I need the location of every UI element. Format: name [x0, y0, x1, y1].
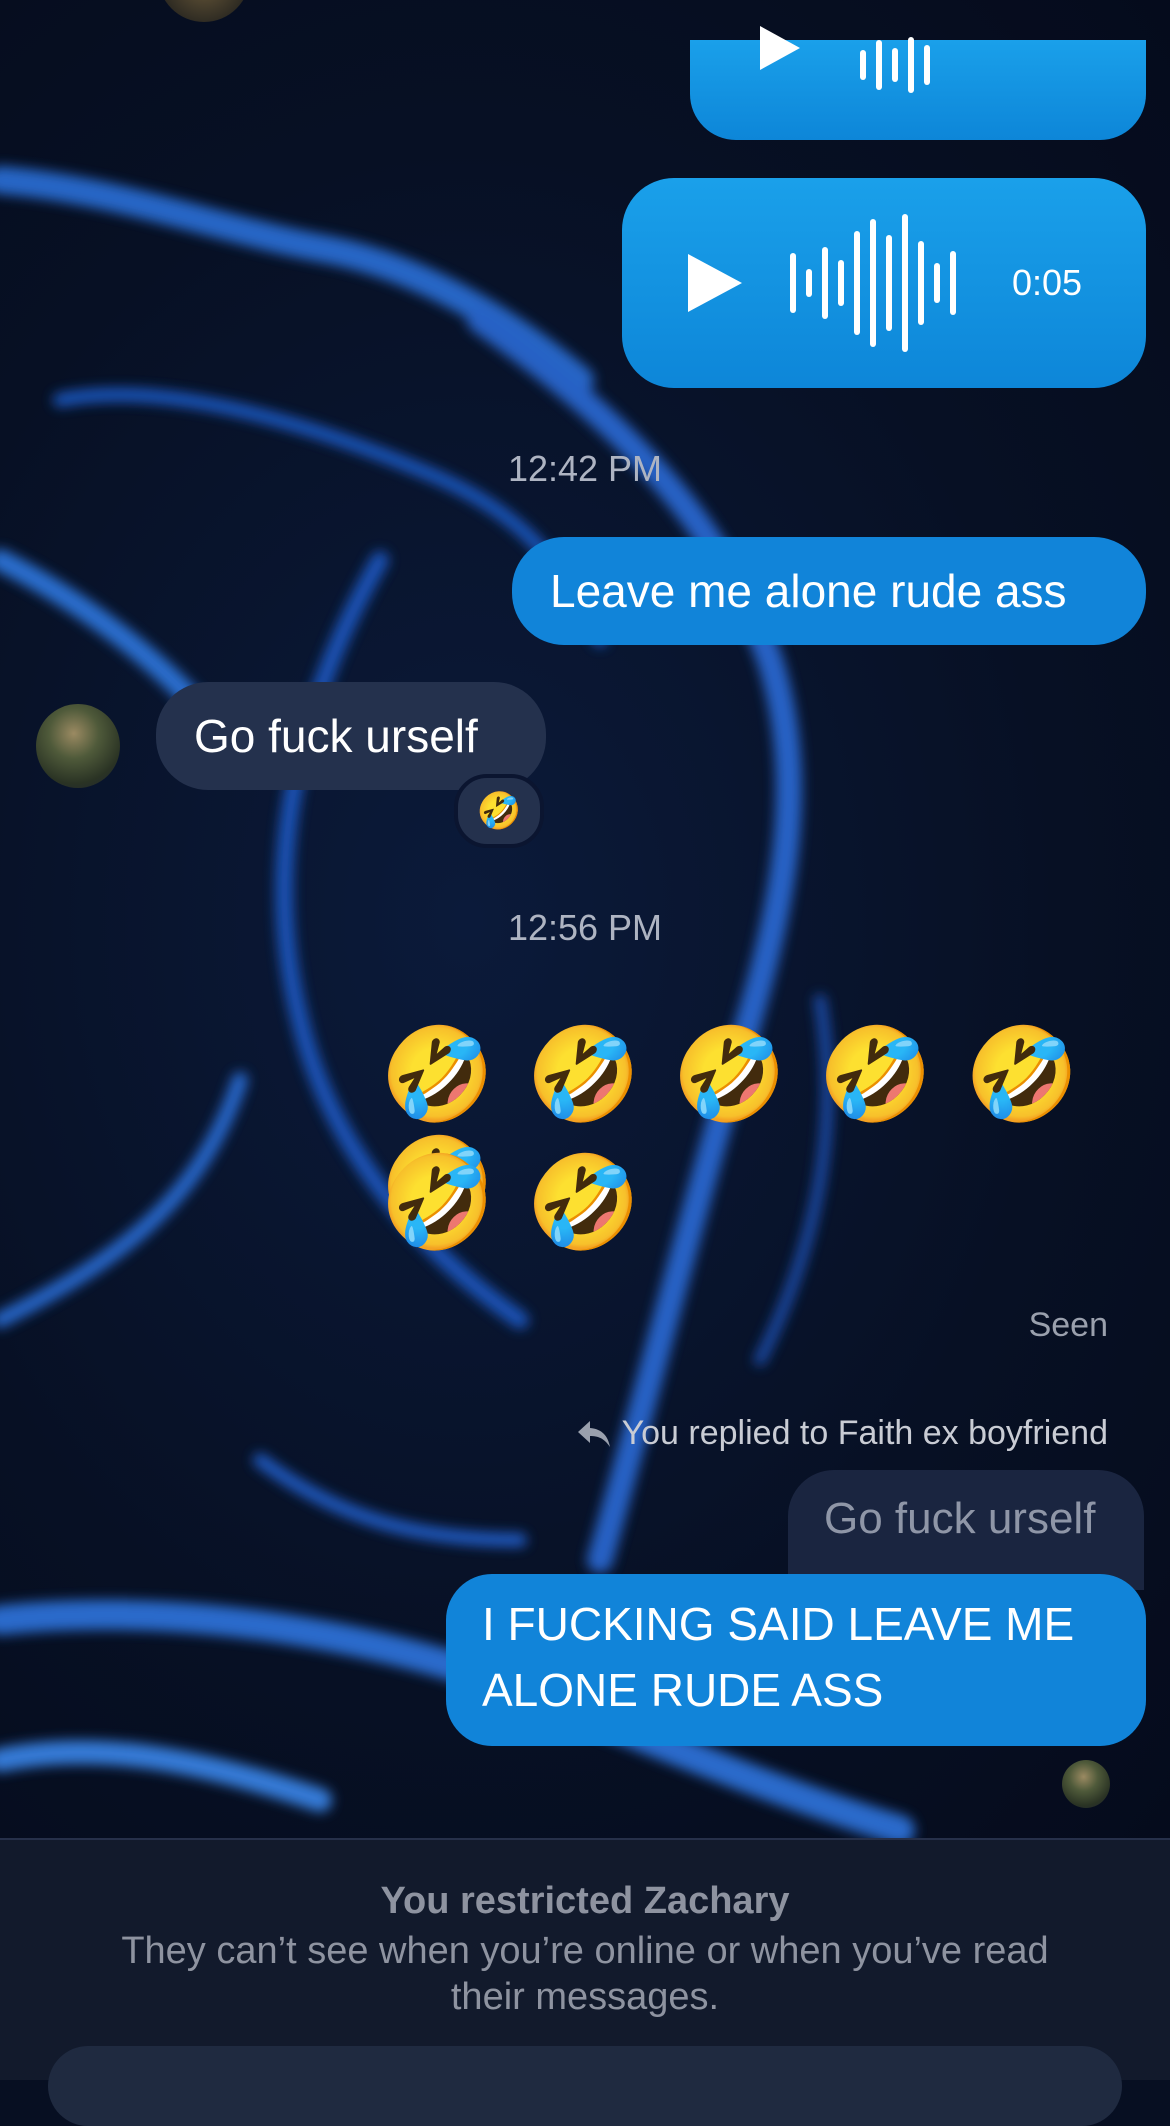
waveform-icon: [790, 213, 956, 353]
restriction-description: They can’t see when you’re online or whe…: [121, 1930, 1049, 2018]
play-icon[interactable]: [688, 254, 742, 312]
reaction-badge[interactable]: 🤣: [454, 774, 544, 848]
message-text-line: ALONE RUDE ASS: [482, 1664, 884, 1716]
timestamp: 12:56 PM: [507, 907, 663, 948]
reply-indicator: You replied to Faith ex boyfriend: [576, 1414, 1108, 1453]
voice-message-partial[interactable]: [690, 26, 1146, 140]
contact-avatar[interactable]: [36, 704, 120, 788]
quoted-message[interactable]: Go fuck urself: [788, 1470, 1144, 1590]
waveform-icon: [860, 30, 930, 100]
restriction-title: You restricted Zachary: [380, 1880, 790, 1922]
message-text: Go fuck urself: [194, 710, 478, 762]
play-icon[interactable]: [760, 26, 800, 70]
seen-status: Seen: [1028, 1306, 1108, 1344]
message-text: Leave me alone rude ass: [550, 565, 1067, 617]
timestamp: 12:42 PM: [507, 448, 663, 489]
quoted-message-text: Go fuck urself: [824, 1494, 1096, 1543]
unrestrict-button[interactable]: [48, 2046, 1122, 2126]
voice-message[interactable]: 0:05: [622, 178, 1146, 388]
emoji-message-row[interactable]: 🤣 🤣: [380, 1148, 641, 1258]
message-text-line: I FUCKING SAID LEAVE ME: [482, 1598, 1075, 1650]
read-receipt-avatar: [1062, 1760, 1110, 1808]
reply-note-text: You replied to Faith ex boyfriend: [621, 1414, 1108, 1452]
outgoing-message[interactable]: I FUCKING SAID LEAVE ME ALONE RUDE ASS: [446, 1574, 1146, 1746]
outgoing-message[interactable]: Leave me alone rude ass: [512, 537, 1146, 645]
voice-duration: 0:05: [1012, 262, 1083, 303]
reply-arrow-icon: [577, 1420, 610, 1447]
